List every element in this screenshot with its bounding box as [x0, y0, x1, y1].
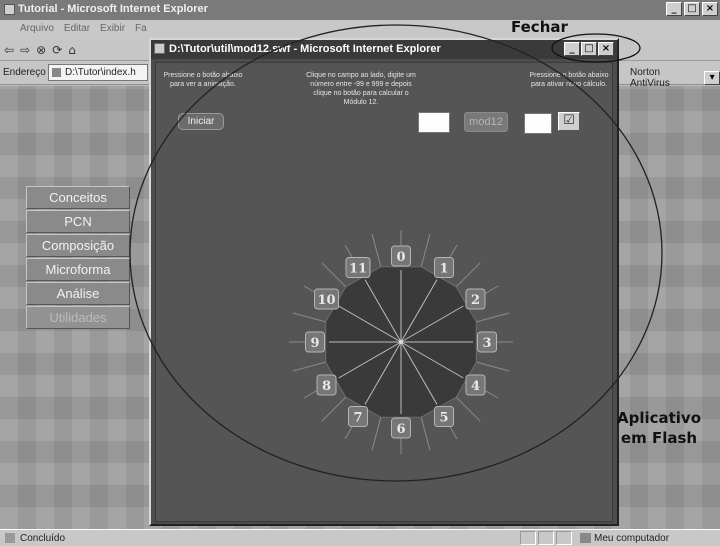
clock-number-label: 8	[322, 379, 331, 394]
status-bar: Concluído Meu computador	[0, 529, 720, 546]
nav-menu: Conceitos PCN Composição Microforma Anál…	[26, 186, 130, 330]
clock-number-2: 2	[465, 288, 486, 310]
annotation-aplicativo-line1: Aplicativo	[616, 409, 702, 427]
clock-number-0: 0	[391, 245, 411, 267]
back-icon[interactable]: ⇦	[4, 43, 14, 57]
popup-titlebar: D:\Tutor\util\mod12.swf - Microsoft Inte…	[151, 40, 617, 59]
clock-number-8: 8	[316, 374, 337, 396]
popup-title: D:\Tutor\util\mod12.swf - Microsoft Inte…	[169, 43, 441, 55]
status-segment	[556, 531, 572, 545]
clock-spoke	[419, 233, 431, 271]
flash-stage: Pressione o botão abaixo para ver a anim…	[155, 62, 613, 522]
browser-titlebar: Tutorial - Microsoft Internet Explorer _…	[0, 0, 720, 20]
ie-icon	[154, 43, 165, 54]
clock-spoke	[419, 413, 431, 451]
address-label: Endereço	[3, 67, 46, 78]
clock-number-label: 11	[349, 262, 367, 277]
clock-number-11: 11	[345, 257, 371, 279]
forward-icon[interactable]: ⇨	[20, 43, 30, 57]
clock-spoke	[321, 262, 350, 291]
close-icon[interactable]: ×	[702, 2, 718, 16]
clock-spoke	[472, 360, 510, 372]
clock-number-10: 10	[314, 288, 340, 310]
clock-number-label: 6	[396, 422, 405, 437]
maximize-icon[interactable]: □	[581, 42, 597, 56]
annotation-aplicativo-line2: em Flash	[620, 429, 698, 447]
clock-number-9: 9	[305, 331, 325, 353]
menu-arquivo[interactable]: Arquivo	[20, 23, 54, 39]
stop-icon[interactable]: ⊗	[36, 43, 46, 57]
popup-window-controls: _ □ ×	[564, 42, 614, 56]
ie-icon	[4, 4, 15, 15]
clock-number-label: 7	[353, 410, 362, 425]
browser-menubar: Arquivo Editar Exibir Fa	[0, 20, 720, 39]
clock-spoke	[292, 360, 330, 372]
home-icon[interactable]: ⌂	[68, 43, 76, 57]
browser-title: Tutorial - Microsoft Internet Explorer	[18, 3, 208, 15]
mod12-clock: 0 1 2 3 4 5 6 7 8 9 10 11	[289, 230, 513, 454]
clock-number-7: 7	[348, 405, 368, 427]
clock-number-label: 5	[439, 410, 448, 425]
address-input[interactable]: D:\Tutor\index.h	[48, 64, 148, 81]
clock-number-label: 2	[471, 293, 480, 308]
clock-number-5: 5	[434, 405, 454, 427]
clock-number-label: 10	[317, 293, 335, 308]
nav-item-analise[interactable]: Análise	[26, 282, 130, 305]
minimize-icon[interactable]: _	[666, 2, 682, 16]
nav-item-microforma[interactable]: Microforma	[26, 258, 130, 281]
nav-item-conceitos[interactable]: Conceitos	[26, 186, 130, 209]
clock-number-label: 4	[471, 379, 480, 394]
menu-exibir[interactable]: Exibir	[100, 23, 125, 39]
maximize-icon[interactable]: □	[684, 2, 700, 16]
clock-spoke	[452, 262, 481, 291]
minimize-icon[interactable]: _	[564, 42, 580, 56]
nav-item-composicao[interactable]: Composição	[26, 234, 130, 257]
norton-dropdown-icon[interactable]: ▾	[704, 71, 720, 85]
clock-spoke	[321, 393, 350, 422]
status-zone: Meu computador	[594, 533, 670, 544]
nav-item-pcn[interactable]: PCN	[26, 210, 130, 233]
menu-favoritos[interactable]: Fa	[135, 23, 147, 39]
clock-number-6: 6	[391, 417, 411, 439]
clock-center	[399, 340, 403, 344]
clock-number-1: 1	[434, 257, 454, 279]
page-icon	[5, 533, 15, 543]
clock-number-label: 3	[482, 336, 491, 351]
clock-number-3: 3	[477, 331, 497, 353]
status-segment	[520, 531, 536, 545]
annotation-fechar: Fechar	[511, 18, 568, 36]
clock-number-label: 9	[310, 336, 319, 351]
menu-editar[interactable]: Editar	[64, 23, 90, 39]
computer-icon	[580, 533, 591, 543]
clock-number-label: 0	[396, 250, 405, 265]
clock-spoke	[371, 233, 383, 271]
status-segment	[538, 531, 554, 545]
clock-spoke	[472, 312, 510, 324]
clock-number-4: 4	[465, 374, 486, 396]
clock-number-label: 1	[439, 262, 448, 277]
clock-spoke	[371, 413, 383, 451]
nav-item-utilidades[interactable]: Utilidades	[26, 306, 130, 329]
refresh-icon[interactable]: ⟳	[52, 43, 62, 57]
flash-popup-window: D:\Tutor\util\mod12.swf - Microsoft Inte…	[149, 38, 619, 526]
clock-spoke	[292, 312, 330, 324]
browser-window-controls: _ □ ×	[666, 2, 718, 16]
clock-spoke	[452, 393, 481, 422]
close-icon[interactable]: ×	[598, 42, 614, 56]
status-text: Concluído	[20, 533, 66, 544]
annotation-aplicativo: Aplicativo em Flash	[604, 408, 714, 448]
